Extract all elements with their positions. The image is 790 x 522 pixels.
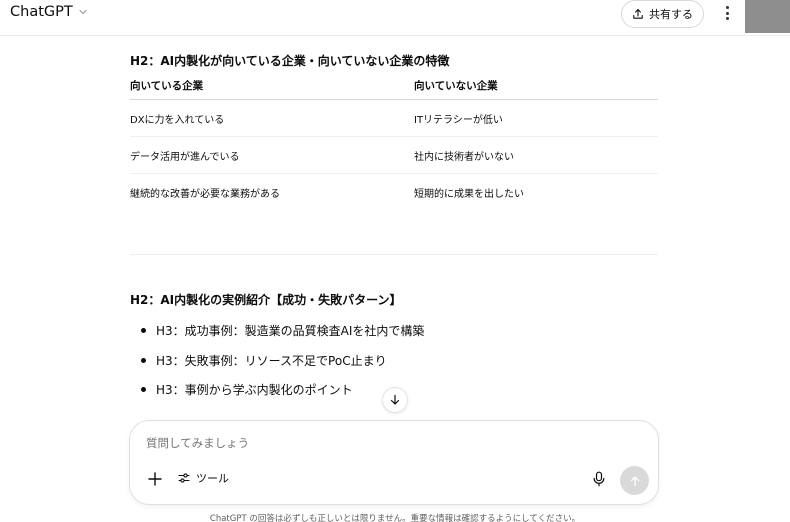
scroll-to-bottom-button[interactable] xyxy=(382,387,408,413)
avatar[interactable] xyxy=(745,0,790,33)
bullet-dot xyxy=(141,387,146,393)
prompt-input[interactable] xyxy=(146,436,546,450)
table-cell: データ活用が進んでいる xyxy=(130,151,240,163)
send-button[interactable] xyxy=(620,466,649,495)
composer: ツール xyxy=(129,420,659,505)
tools-button[interactable]: ツール xyxy=(178,470,229,486)
divider xyxy=(130,254,658,255)
more-vertical-icon xyxy=(725,6,729,9)
table-row: データ活用が進んでいる 社内に技術者がいない xyxy=(130,137,658,174)
table-header-cell: 向いている企業 xyxy=(130,80,204,92)
table-cell: DXに力を入れている xyxy=(130,114,225,126)
sliders-icon xyxy=(178,473,190,483)
bullet-dot xyxy=(141,328,146,334)
model-name: ChatGPT xyxy=(10,4,73,20)
list-item: H3：成功事例：製造業の品質検査AIを社内で構築 xyxy=(130,316,424,346)
bullet-dot xyxy=(141,357,146,363)
arrow-up-icon xyxy=(630,475,639,486)
more-options-button[interactable] xyxy=(719,3,735,23)
plus-icon[interactable] xyxy=(147,471,163,487)
more-dot xyxy=(725,17,729,20)
table-header: 向いている企業 向いていない企業 xyxy=(130,78,658,100)
list-item-text: H3：失敗事例：リソース不足でPoC止まり xyxy=(156,353,387,368)
top-bar: ChatGPT 共有する xyxy=(0,0,790,36)
share-button[interactable]: 共有する xyxy=(621,0,704,28)
more-dot xyxy=(725,11,729,15)
share-label: 共有する xyxy=(649,8,693,21)
section-heading: H2：AI内製化が向いている企業・向いていない企業の特徴 xyxy=(130,54,450,68)
bullet-list: H3：成功事例：製造業の品質検査AIを社内で構築 H3：失敗事例：リソース不足で… xyxy=(130,316,424,405)
list-item-text: H3：事例から学ぶ内製化のポイント xyxy=(156,383,353,398)
section-heading: H2：AI内製化の実例紹介【成功・失敗パターン】 xyxy=(130,293,402,307)
table-header-cell: 向いていない企業 xyxy=(414,80,498,92)
share-upload-icon xyxy=(633,9,643,19)
microphone-icon[interactable] xyxy=(592,471,606,487)
table-row: DXに力を入れている ITリテラシーが低い xyxy=(130,100,658,137)
tools-label: ツール xyxy=(196,472,229,485)
disclaimer-text: ChatGPT の回答は必ずしも正しいとは限りません。重要な情報は確認するように… xyxy=(209,514,581,522)
model-switcher[interactable]: ChatGPT xyxy=(10,4,88,20)
table-cell: ITリテラシーが低い xyxy=(414,114,503,126)
table-cell: 継続的な改善が必要な業務がある xyxy=(130,189,280,200)
table-row: 継続的な改善が必要な業務がある 短期的に成果を出したい xyxy=(130,174,658,211)
list-item-text: H3：成功事例：製造業の品質検査AIを社内で構築 xyxy=(156,324,425,339)
list-item: H3：失敗事例：リソース不足でPoC止まり xyxy=(130,346,424,376)
chevron-down-icon xyxy=(79,9,87,15)
table-cell: 短期的に成果を出したい xyxy=(414,189,524,200)
arrow-down-icon xyxy=(390,394,400,405)
table-cell: 社内に技術者がいない xyxy=(414,151,514,163)
list-item: H3：事例から学ぶ内製化のポイント xyxy=(130,375,424,405)
comparison-table: 向いている企業 向いていない企業 DXに力を入れている ITリテラシーが低い デ… xyxy=(130,78,658,211)
